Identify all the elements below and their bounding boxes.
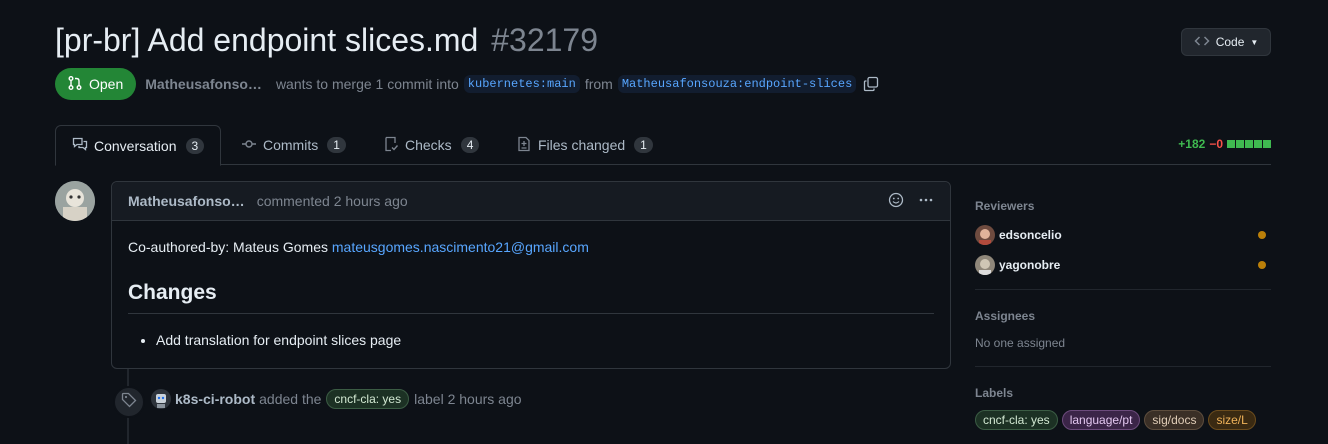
event-label-badge[interactable]: cncf-cla: yes [326,389,410,409]
diffstat-additions: +182 [1178,137,1206,151]
pending-review-dot-icon [1258,261,1266,269]
tab-conversation[interactable]: Conversation 3 [55,125,222,166]
assignees-title[interactable]: Assignees [975,309,1271,323]
reviewer-name: edsoncelio [999,228,1062,242]
labels-title[interactable]: Labels [975,386,1271,400]
reviewer-name: yagonobre [999,258,1061,272]
avatar[interactable] [151,389,171,409]
diffstat-block [1236,140,1244,148]
tab-conversation-label: Conversation [94,137,177,154]
reviewer-item[interactable]: yagonobre [975,250,1271,280]
tag-icon [121,392,137,413]
avatar [975,255,995,275]
reviewer-item[interactable]: edsoncelio [975,220,1271,250]
caret-down-icon: ▼ [1250,37,1259,47]
checklist-icon [383,136,399,155]
list-item: Add translation for endpoint slices page [156,332,934,348]
sidebar: Reviewers edsoncelio yagonobre Assignees… [975,196,1271,430]
diffstat-blocks [1227,140,1271,148]
file-diff-icon [516,136,532,155]
from-text: from [584,76,613,92]
diffstat: +182 −0 [1178,137,1271,151]
status-badge: Open [55,68,137,100]
labels-section: Labels cncf-cla: yes language/pt sig/doc… [975,367,1271,430]
event-post-text[interactable]: label 2 hours ago [414,391,521,407]
code-button[interactable]: Code ▼ [1181,28,1271,56]
assignees-value: No one assigned [975,336,1066,350]
pr-tabs: Conversation 3 Commits 1 Checks 4 Files … [55,125,1271,166]
comment-body: Co-authored-by: Mateus Gomes mateusgomes… [112,221,950,366]
event-pre-text: added the [259,391,322,407]
tab-commits-count: 1 [327,137,346,153]
commit-icon [241,136,257,155]
timeline-event: k8s-ci-robot added the cncf-cla: yes lab… [151,388,522,410]
label-badge[interactable]: size/L [1208,410,1256,430]
comment-author-link[interactable]: Matheusafonso… [128,193,245,209]
code-icon [1194,33,1210,52]
event-actor-link[interactable]: k8s-ci-robot [175,391,255,407]
diffstat-block [1263,140,1271,148]
comment-box: Matheusafonso… commented 2 hours ago Co-… [111,181,951,369]
reviewers-title[interactable]: Reviewers [975,199,1271,213]
coauthor-email-link[interactable]: mateusgomes.nascimento21@gmail.com [332,239,589,255]
reviewers-section: Reviewers edsoncelio yagonobre [975,196,1271,290]
base-branch[interactable]: kubernetes:main [463,75,580,93]
merge-text: wants to merge 1 commit into [275,76,459,92]
timeline-badge [113,386,145,418]
smiley-icon[interactable] [888,192,904,211]
diffstat-block [1227,140,1235,148]
tab-commits-label: Commits [263,137,319,153]
head-branch[interactable]: Matheusafonsouza:endpoint-slices [617,75,857,93]
tab-checks-count: 4 [460,137,480,153]
diffstat-block [1254,140,1262,148]
assignees-section: Assignees No one assigned [975,290,1271,367]
labels-list: cncf-cla: yes language/pt sig/docs size/… [975,410,1271,430]
pr-number: #32179 [491,22,598,58]
comment-header: Matheusafonso… commented 2 hours ago [112,182,950,221]
tab-files-changed[interactable]: Files changed 1 [500,125,669,165]
comment-actions [888,192,934,211]
status-label: Open [89,76,124,92]
changes-list: Add translation for endpoint slices page [128,332,934,348]
pr-meta: Open Matheusafonso… wants to merge 1 com… [55,68,879,100]
tab-checks-label: Checks [405,137,452,153]
copy-icon[interactable] [863,76,879,92]
coauthor-line: Co-authored-by: Mateus Gomes mateusgomes… [128,239,934,255]
comment-timestamp[interactable]: commented 2 hours ago [257,193,408,209]
reviewers-list: edsoncelio yagonobre [975,220,1271,280]
tab-files-changed-count: 1 [634,137,653,153]
changes-heading: Changes [128,281,934,314]
label-badge[interactable]: sig/docs [1144,410,1205,430]
tab-checks[interactable]: Checks 4 [367,125,495,165]
label-badge[interactable]: language/pt [1061,410,1141,430]
diffstat-block [1245,140,1253,148]
comment-discussion-icon [72,136,88,155]
coauthor-text: Co-authored-by: Mateus Gomes [128,239,332,255]
diffstat-deletions: −0 [1209,137,1223,151]
pr-title-text: [pr-br] Add endpoint slices.md [55,22,479,58]
tab-commits[interactable]: Commits 1 [225,125,362,165]
pr-author-link[interactable]: Matheusafonso… [145,76,262,92]
pending-review-dot-icon [1258,231,1266,239]
kebab-horizontal-icon[interactable] [918,192,934,211]
avatar [975,225,995,245]
label-badge[interactable]: cncf-cla: yes [975,410,1058,430]
avatar[interactable] [55,181,95,221]
tab-conversation-count: 3 [185,137,205,154]
tab-files-changed-label: Files changed [538,137,626,153]
code-button-label: Code [1215,35,1245,49]
pull-request-icon [67,75,83,94]
pr-title: [pr-br] Add endpoint slices.md #32179 [55,22,598,59]
